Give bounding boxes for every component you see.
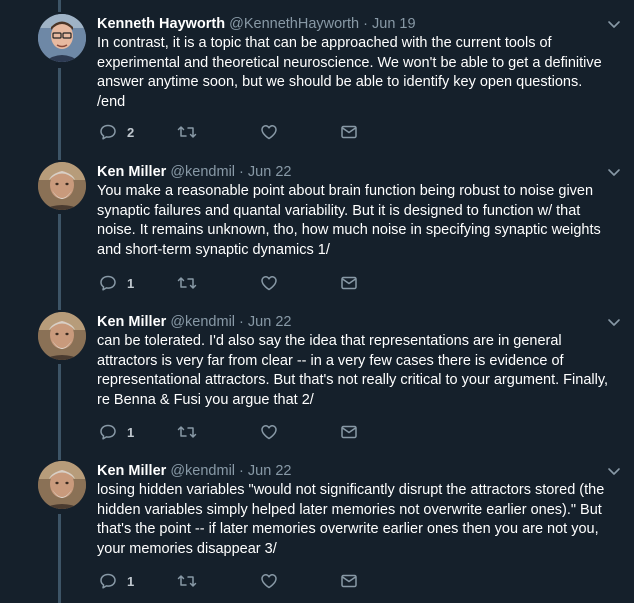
tweet-text-line: In contrast, it is a topic that can be a… [97,35,552,51]
thread-line [58,68,61,160]
tweet-text-line: and short-term synaptic dynamics 1/ [97,241,330,258]
thread-line [58,364,61,460]
tweet-text-line: /end [97,93,126,110]
tweet-header: Ken Miller @kendmil · Jun 22 [97,162,620,182]
tweet-text-line: representational attractors. But that's … [97,372,609,389]
tweet-text-line: noise. It remains unknown, tho, how much… [97,222,601,239]
author-handle[interactable]: @kendmil [170,164,235,180]
avatar-kenneth-hayworth[interactable] [38,14,86,62]
avatar-ken-miller[interactable] [38,162,86,210]
dm-icon [340,274,358,292]
author-name[interactable]: Ken Miller [97,463,166,479]
retweet-button[interactable] [177,571,197,591]
reply-button[interactable]: 1 [99,571,134,591]
tweet-text: You make a reasonable point about brain … [97,182,607,260]
tweet-text-line: attractors is very far from clear -- in … [97,352,564,369]
like-icon [260,123,278,141]
reply-icon [99,123,117,141]
retweet-icon [177,572,197,590]
reply-button[interactable]: 2 [99,122,134,142]
like-button[interactable] [260,571,278,591]
retweet-button[interactable] [177,422,197,442]
tweet-text-line: hidden variables simply helped later mem… [97,501,602,518]
avatar-ken-miller[interactable] [38,461,86,509]
separator-dot: · [239,314,244,330]
tweet-text-line: experimental and theoretical neuroscienc… [97,54,602,71]
tweet-actions: 1 [99,571,369,591]
tweet-text-line: your memories disappear 3/ [97,540,277,557]
reply-count: 1 [127,573,135,589]
reply-button[interactable]: 1 [99,422,134,442]
author-handle[interactable]: @KennethHayworth [229,16,359,32]
chevron-down-icon[interactable] [606,16,622,32]
like-icon [260,274,278,292]
dm-icon [340,123,358,141]
chevron-down-icon[interactable] [606,463,622,479]
tweet-text-line: that's the point -- if later memories ov… [97,521,599,538]
like-icon [260,423,278,441]
chevron-down-icon[interactable] [606,314,622,330]
tweet-actions: 2 [99,122,369,142]
tweet-header: Kenneth Hayworth @KennethHayworth · Jun … [97,14,620,34]
reply-count: 1 [127,275,135,291]
tweet-date[interactable]: Jun 22 [248,463,292,479]
separator-dot: · [363,16,368,32]
like-button[interactable] [260,273,278,293]
tweet-text-line: answer anytime soon, but we should be ab… [97,74,583,91]
like-button[interactable] [260,422,278,442]
author-handle[interactable]: @kendmil [170,463,235,479]
like-icon [260,572,278,590]
retweet-icon [177,274,197,292]
tweet-text-line: You make a reasonable point about brain … [97,183,594,199]
tweet-header: Ken Miller @kendmil · Jun 22 [97,312,620,332]
tweet-text: can be tolerated. I'd also say the idea … [97,332,609,410]
tweet-text-line: losing hidden variables "would not signi… [97,482,605,498]
reply-icon [99,274,117,292]
separator-dot: · [239,463,244,479]
thread-line [58,514,61,603]
retweet-icon [177,123,197,141]
tweet-date[interactable]: Jun 19 [372,16,416,32]
tweet-actions: 1 [99,273,369,293]
like-button[interactable] [260,122,278,142]
author-name[interactable]: Ken Miller [97,314,166,330]
reply-count: 2 [127,124,135,140]
reply-count: 1 [127,424,135,440]
separator-dot: · [239,164,244,180]
retweet-icon [177,423,197,441]
retweet-button[interactable] [177,273,197,293]
chevron-down-icon[interactable] [606,164,622,180]
tweet-header: Ken Miller @kendmil · Jun 22 [97,461,620,481]
dm-icon [340,423,358,441]
dm-button[interactable] [340,571,358,591]
retweet-button[interactable] [177,122,197,142]
thread-line [58,0,61,12]
dm-button[interactable] [340,273,358,293]
dm-button[interactable] [340,122,358,142]
dm-button[interactable] [340,422,358,442]
tweet-date[interactable]: Jun 22 [248,314,292,330]
tweet-text-line: re Benna & Fusi you argue that 2/ [97,391,314,408]
tweet-text-line: synaptic failures and quantal variabilit… [97,202,581,219]
tweet-text: In contrast, it is a topic that can be a… [97,34,607,112]
reply-button[interactable]: 1 [99,273,134,293]
dm-icon [340,572,358,590]
tweet-text-line: can be tolerated. I'd also say the idea … [97,333,562,349]
thread-line [58,214,61,310]
reply-icon [99,423,117,441]
tweet-date[interactable]: Jun 22 [248,164,292,180]
author-handle[interactable]: @kendmil [170,314,235,330]
author-name[interactable]: Kenneth Hayworth [97,16,225,32]
reply-icon [99,572,117,590]
tweet-actions: 1 [99,422,369,442]
tweet-text: losing hidden variables "would not signi… [97,481,607,559]
author-name[interactable]: Ken Miller [97,164,166,180]
avatar-ken-miller[interactable] [38,312,86,360]
